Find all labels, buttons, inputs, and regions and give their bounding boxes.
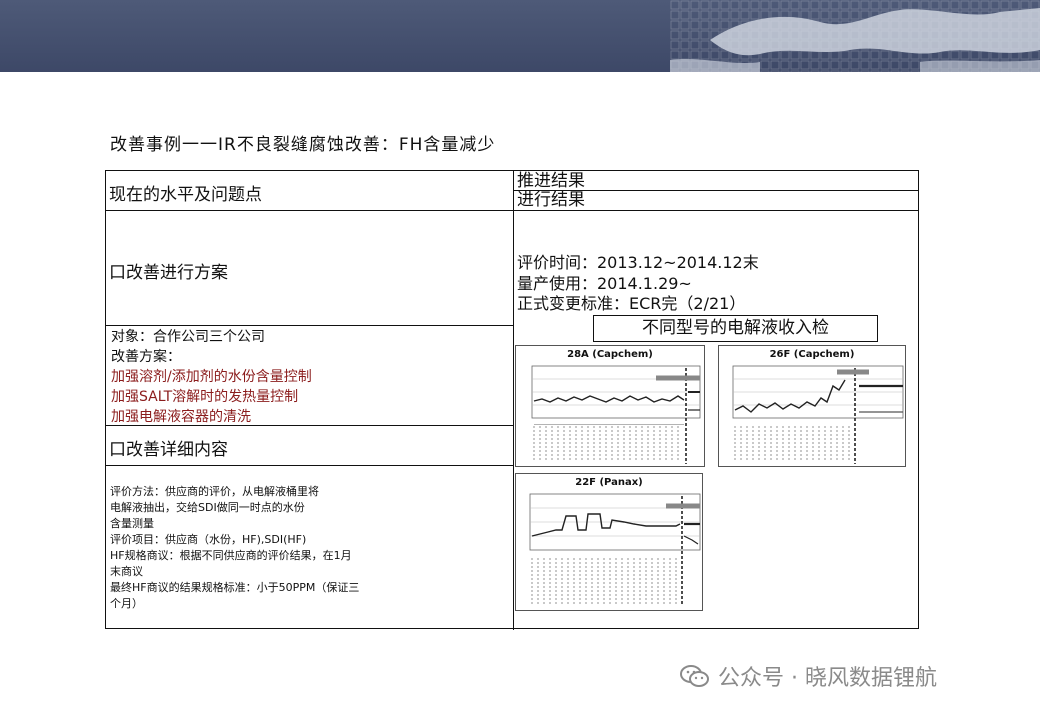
detail-lines-cell: 评价方法：供应商的评价，从电解液桶里将 电解液抽出，交给SDI做同一时点的水份 … xyxy=(106,466,513,630)
detail-line: 个月） xyxy=(110,597,143,610)
detail-heading: 口改善详细内容 xyxy=(109,440,228,460)
detail-heading-cell: 口改善详细内容 xyxy=(106,426,513,466)
chart-plot xyxy=(531,365,701,464)
current-level-cell: 现在的水平及问题点 xyxy=(106,171,513,211)
plan-line: 加强SALT溶解时的发热量控制 xyxy=(111,389,299,405)
wechat-icon xyxy=(680,665,709,687)
chart-26f: 26F (Capchem) xyxy=(718,345,906,467)
detail-line: 评价方法：供应商的评价，从电解液桶里将 xyxy=(110,485,319,498)
result-label: 进行结果 xyxy=(517,190,585,210)
box-label: 不同型号的电解液收入检 xyxy=(593,315,878,342)
chart-28a: 28A (Capchem) xyxy=(515,345,705,467)
plan-lines-cell: 对象：合作公司三个公司 改善方案： 加强溶剂/添加剂的水份含量控制 加强SALT… xyxy=(106,326,513,426)
plan-heading-cell: 口改善进行方案 xyxy=(106,211,513,326)
header-banner xyxy=(0,0,1040,72)
chart-plot xyxy=(529,493,701,606)
plan-line: 改善方案： xyxy=(111,349,181,365)
chart-plot xyxy=(732,365,904,464)
formal-change: 正式变更标准：ECR完（2/21） xyxy=(517,294,746,313)
detail-line: 电解液抽出，交给SDI做同一时点的水份 xyxy=(110,501,305,514)
column-divider xyxy=(513,171,514,630)
plan-line: 对象：合作公司三个公司 xyxy=(111,329,265,345)
world-map-icon xyxy=(670,0,1040,72)
detail-line: 末商议 xyxy=(110,565,143,578)
footer-watermark: 公众号 · 晓风数据锂航 xyxy=(680,660,937,692)
detail-line: HF规格商议：根据不同供应商的评价结果，在1月 xyxy=(110,549,352,562)
plan-line: 加强电解液容器的清洗 xyxy=(111,409,251,425)
chart-22f: 22F (Panax) xyxy=(515,473,703,611)
plan-line: 加强溶剂/添加剂的水份含量控制 xyxy=(111,369,312,385)
progress-label: 推进结果 xyxy=(517,171,585,191)
current-level-label: 现在的水平及问题点 xyxy=(109,185,262,205)
plan-heading: 口改善进行方案 xyxy=(109,263,228,283)
detail-line: 最终HF商议的结果规格标准：小于50PPM（保证三 xyxy=(110,581,360,594)
detail-line: 评价项目：供应商（水份，HF),SDI(HF) xyxy=(110,533,307,546)
result-cell: 进行结果 xyxy=(513,191,918,211)
progress-cell: 推进结果 xyxy=(513,171,918,191)
footer-text: 公众号 · 晓风数据锂航 xyxy=(718,666,937,691)
slide-title: 改善事例一一IR不良裂缝腐蚀改善：FH含量减少 xyxy=(110,135,496,155)
detail-line: 含量测量 xyxy=(110,517,154,530)
